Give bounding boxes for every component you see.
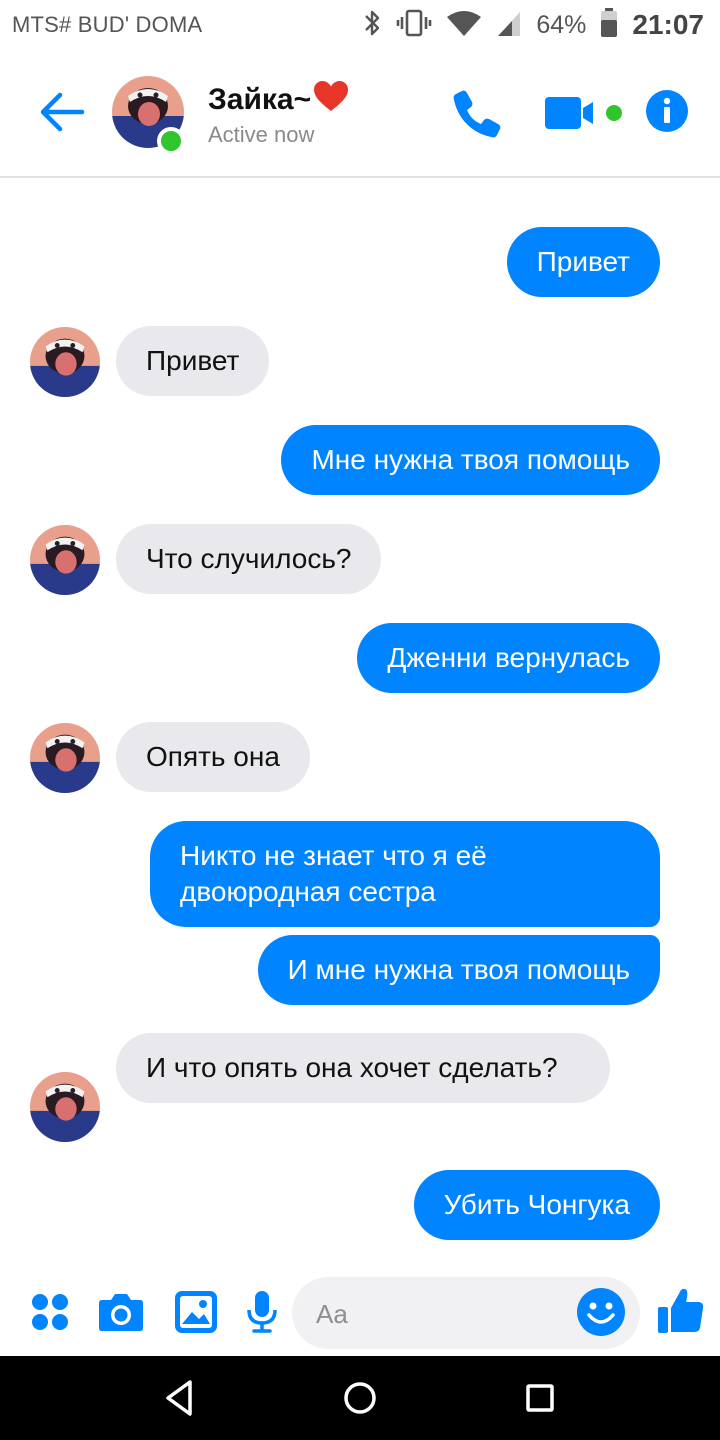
voice-message-button[interactable] (246, 1290, 278, 1339)
message-input-placeholder: Aa (316, 1299, 348, 1329)
contact-name[interactable]: Зайка~ (208, 80, 349, 120)
bluetooth-icon (362, 8, 382, 43)
message-composer: Aa (0, 1272, 720, 1356)
message-bubble-outgoing[interactable]: Мне нужна твоя помощь (281, 425, 660, 495)
microphone-icon (247, 1291, 277, 1333)
nav-home-icon (344, 1382, 376, 1414)
sender-avatar[interactable] (30, 327, 100, 397)
message-bubble-outgoing[interactable]: Привет (506, 227, 660, 297)
conversation-header: Зайка~ Active now (0, 50, 720, 178)
sender-avatar[interactable] (30, 723, 100, 793)
back-arrow-icon (40, 92, 85, 132)
active-status: Active now (208, 122, 315, 147)
message-bubble-outgoing[interactable]: Дженни вернулась (357, 623, 660, 693)
wifi-icon (446, 9, 482, 42)
nav-recents-button[interactable] (516, 1374, 564, 1422)
message-bubble-incoming[interactable]: Что случилось? (116, 524, 382, 594)
nav-home-button[interactable] (336, 1374, 384, 1422)
thumbs-up-icon (658, 1288, 704, 1333)
apps-button[interactable] (30, 1292, 70, 1337)
message-bubble-incoming[interactable]: Опять она (116, 722, 310, 792)
like-button[interactable] (656, 1286, 706, 1341)
message-bubble-incoming[interactable]: Привет (116, 326, 270, 396)
info-icon (646, 90, 688, 132)
sender-avatar[interactable] (30, 1072, 100, 1142)
emoji-button[interactable] (576, 1287, 626, 1337)
apps-icon (32, 1294, 68, 1330)
carrier-name: MTS# BUD' DOMA (12, 12, 203, 37)
nav-back-button[interactable] (156, 1374, 204, 1422)
clock: 21:07 (632, 9, 704, 40)
system-navigation-bar (0, 1356, 720, 1440)
image-icon (175, 1291, 217, 1333)
status-bar: MTS# BUD' DOMA 64% 21:07 (0, 0, 720, 50)
gallery-button[interactable] (174, 1290, 218, 1339)
camera-icon (99, 1294, 143, 1331)
battery-icon (600, 7, 618, 43)
video-camera-icon (545, 97, 622, 129)
signal-icon (496, 9, 522, 42)
nav-back-icon (166, 1380, 192, 1416)
status-icons: 64% 21:07 (362, 7, 704, 43)
battery-percent: 64% (536, 10, 587, 39)
message-bubble-outgoing[interactable]: И мне нужна твоя помощь (257, 935, 660, 1005)
sender-avatar[interactable] (30, 525, 100, 595)
nav-recents-icon (526, 1384, 554, 1412)
phone-icon (453, 90, 501, 138)
message-input[interactable]: Aa (292, 1277, 640, 1349)
video-call-button[interactable] (545, 94, 625, 132)
online-indicator (157, 127, 185, 155)
info-button[interactable] (645, 89, 689, 133)
back-button[interactable] (38, 88, 86, 136)
contact-name-text: Зайка~ (208, 83, 312, 116)
emoji-icon (577, 1288, 625, 1336)
camera-button[interactable] (98, 1290, 144, 1337)
message-bubble-outgoing[interactable]: Никто не знает что я её двоюродная сестр… (150, 821, 660, 927)
heart-emoji (313, 80, 349, 120)
voice-call-button[interactable] (450, 88, 502, 140)
message-bubble-incoming[interactable]: И что опять она хочет сделать? (116, 1033, 610, 1103)
message-bubble-outgoing[interactable]: Убить Чонгука (413, 1170, 660, 1240)
vibrate-icon (396, 8, 432, 43)
